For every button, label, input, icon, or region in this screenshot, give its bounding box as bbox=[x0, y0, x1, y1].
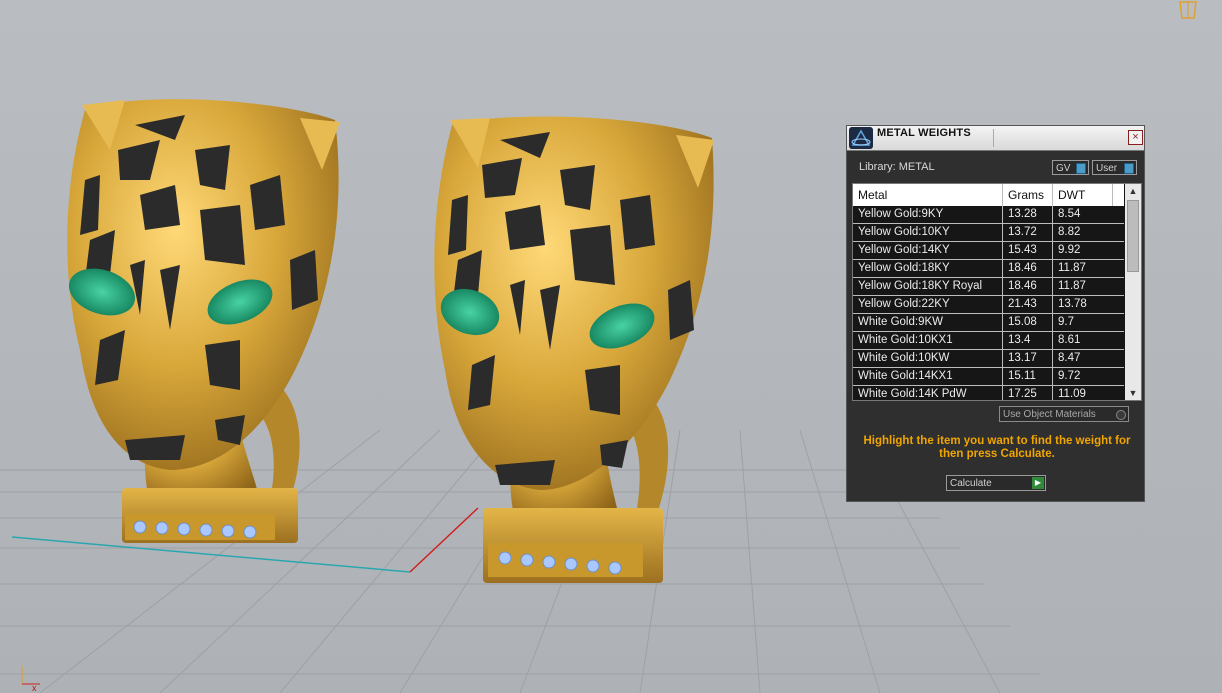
table-row[interactable]: White Gold:10KX1 13.4 8.61 bbox=[853, 332, 1124, 350]
metal-cell: White Gold:14KX1 bbox=[853, 368, 1003, 385]
grams-cell: 18.46 bbox=[1003, 278, 1053, 295]
dwt-cell: 8.61 bbox=[1058, 334, 1081, 346]
hint-text: Highlight the item you want to find the … bbox=[863, 435, 1131, 460]
panel-titlebar[interactable]: METAL WEIGHTS × bbox=[847, 126, 1144, 151]
table-header: Metal Grams DWT bbox=[853, 184, 1124, 206]
calculate-label: Calculate bbox=[950, 478, 992, 489]
gv-toggle[interactable]: GV bbox=[1052, 160, 1089, 175]
table-body: Yellow Gold:9KY 13.28 8.54 Yellow Gold:10K… bbox=[853, 206, 1124, 400]
column-header-dwt[interactable]: DWT bbox=[1053, 184, 1113, 206]
scroll-thumb[interactable] bbox=[1127, 200, 1139, 272]
grams-cell: 18.46 bbox=[1003, 260, 1053, 277]
grams-cell: 15.11 bbox=[1003, 368, 1053, 385]
column-header-grams[interactable]: Grams bbox=[1003, 184, 1053, 206]
metal-table[interactable]: Metal Grams DWT Yellow Gold:9KY 13.28 8.54… bbox=[852, 183, 1142, 401]
svg-text:x: x bbox=[32, 683, 37, 692]
dwt-cell: 11.87 bbox=[1058, 280, 1086, 292]
camera-icon[interactable] bbox=[1176, 0, 1200, 20]
table-row[interactable]: Yellow Gold:18KY Royal 18.46 11.87 bbox=[853, 278, 1124, 296]
table-row[interactable]: Yellow Gold:18KY 18.46 11.87 bbox=[853, 260, 1124, 278]
dwt-cell: 9.7 bbox=[1058, 316, 1074, 328]
dwt-cell: 8.54 bbox=[1058, 208, 1081, 220]
dwt-cell: 9.92 bbox=[1058, 244, 1081, 256]
metal-cell: Yellow Gold:10KY bbox=[853, 224, 1003, 241]
grams-cell: 13.4 bbox=[1003, 332, 1053, 349]
user-toggle-label: User bbox=[1096, 163, 1118, 174]
metal-cell: Yellow Gold:18KY Royal bbox=[853, 278, 1003, 295]
scroll-down-icon[interactable]: ▼ bbox=[1125, 386, 1141, 400]
table-row[interactable]: White Gold:9KW 15.08 9.7 bbox=[853, 314, 1124, 332]
dwt-cell: 11.87 bbox=[1058, 262, 1086, 274]
dwt-cell: 9.72 bbox=[1058, 370, 1081, 382]
close-button[interactable]: × bbox=[1128, 130, 1143, 145]
calculate-button[interactable]: Calculate ▶ bbox=[946, 475, 1046, 491]
toggle-knob-icon bbox=[1124, 163, 1134, 174]
grams-cell: 15.43 bbox=[1003, 242, 1053, 259]
title-separator bbox=[993, 129, 994, 147]
grams-cell: 17.25 bbox=[1003, 386, 1053, 400]
table-row[interactable]: White Gold:10KW 13.17 8.47 bbox=[853, 350, 1124, 368]
dwt-cell: 8.47 bbox=[1058, 352, 1081, 364]
metal-cell: White Gold:10KW bbox=[853, 350, 1003, 367]
grams-cell: 15.08 bbox=[1003, 314, 1053, 331]
library-label: Library: METAL bbox=[859, 161, 935, 173]
table-row[interactable]: White Gold:14KX1 15.11 9.72 bbox=[853, 368, 1124, 386]
use-object-materials-label: Use Object Materials bbox=[1003, 409, 1096, 420]
dwt-cell: 13.78 bbox=[1058, 298, 1087, 310]
dwt-cell: 11.09 bbox=[1058, 388, 1086, 400]
table-row[interactable]: Yellow Gold:10KY 13.72 8.82 bbox=[853, 224, 1124, 242]
metal-cell: White Gold:10KX1 bbox=[853, 332, 1003, 349]
metal-cell: Yellow Gold:14KY bbox=[853, 242, 1003, 259]
scroll-up-icon[interactable]: ▲ bbox=[1125, 184, 1141, 198]
metal-cell: Yellow Gold:9KY bbox=[853, 206, 1003, 223]
panel-title: METAL WEIGHTS bbox=[877, 127, 971, 139]
dwt-cell: 8.82 bbox=[1058, 226, 1081, 238]
toggle-knob-icon bbox=[1076, 163, 1086, 174]
grams-cell: 21.43 bbox=[1003, 296, 1053, 313]
grams-cell: 13.17 bbox=[1003, 350, 1053, 367]
play-arrow-icon: ▶ bbox=[1032, 477, 1044, 489]
user-toggle[interactable]: User bbox=[1092, 160, 1137, 175]
metal-cell: Yellow Gold:18KY bbox=[853, 260, 1003, 277]
table-scrollbar[interactable]: ▲ ▼ bbox=[1125, 184, 1141, 400]
use-object-materials-toggle[interactable]: Use Object Materials bbox=[999, 406, 1129, 422]
gv-toggle-label: GV bbox=[1056, 163, 1071, 174]
metal-cell: White Gold:9KW bbox=[853, 314, 1003, 331]
grams-cell: 13.28 bbox=[1003, 206, 1053, 223]
metal-cell: White Gold:14K PdW bbox=[853, 386, 1003, 400]
metal-cell: Yellow Gold:22KY bbox=[853, 296, 1003, 313]
grams-cell: 13.72 bbox=[1003, 224, 1053, 241]
axis-gizmo-icon: x bbox=[21, 666, 40, 692]
metal-weights-panel: METAL WEIGHTS × Library: METAL GV User M… bbox=[846, 125, 1145, 502]
table-row[interactable]: Yellow Gold:14KY 15.43 9.92 bbox=[853, 242, 1124, 260]
table-row[interactable]: Yellow Gold:9KY 13.28 8.54 bbox=[853, 206, 1124, 224]
app-logo-icon bbox=[849, 127, 873, 149]
radio-icon bbox=[1116, 410, 1126, 420]
table-row[interactable]: White Gold:14K PdW 17.25 11.09 bbox=[853, 386, 1124, 400]
column-header-metal[interactable]: Metal bbox=[853, 184, 1003, 206]
table-row[interactable]: Yellow Gold:22KY 21.43 13.78 bbox=[853, 296, 1124, 314]
